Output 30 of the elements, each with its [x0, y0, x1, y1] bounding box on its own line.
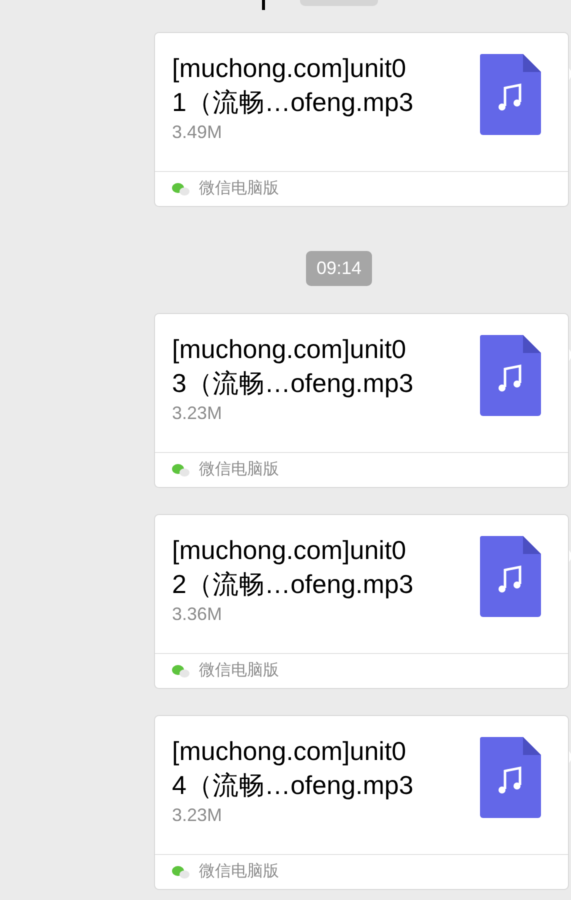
wechat-icon: [172, 865, 190, 879]
music-file-icon: [480, 536, 541, 617]
music-file-icon: [480, 54, 541, 135]
file-size: 3.49M: [172, 121, 224, 144]
file-size: 3.23M: [172, 402, 224, 425]
wechat-icon: [172, 182, 190, 196]
file-name: 4（流畅…ofeng.mp3: [172, 769, 414, 802]
source-label: 微信电脑版: [199, 460, 279, 480]
file-size: 3.36M: [172, 603, 224, 626]
file-message-card[interactable]: [muchong.com]unit0 1（流畅…ofeng.mp3 3.49M 微信电脑版: [154, 32, 569, 207]
file-message-card[interactable]: [muchong.com]unit0 4（流畅…ofeng.mp3 3.23M 微信电脑版: [154, 715, 569, 890]
source-label: 微信电脑版: [199, 178, 279, 199]
file-message-card[interactable]: [muchong.com]unit0 3（流畅…ofeng.mp3 3.23M 微信电脑版: [154, 313, 569, 488]
file-size: 3.23M: [172, 804, 224, 827]
wechat-icon: [172, 463, 190, 477]
file-name: [muchong.com]unit0: [172, 735, 408, 768]
file-name: 2（流畅…ofeng.mp3: [172, 568, 414, 601]
music-file-icon: [480, 335, 541, 416]
music-file-icon: [480, 737, 541, 818]
file-name: [muchong.com]unit0: [172, 534, 408, 567]
file-name: [muchong.com]unit0: [172, 52, 408, 85]
text-cursor: [262, 0, 265, 10]
wechat-icon: [172, 664, 190, 678]
file-name: [muchong.com]unit0: [172, 333, 408, 366]
source-label: 微信电脑版: [199, 660, 279, 681]
file-name: 1（流畅…ofeng.mp3: [172, 86, 414, 119]
file-name: 3（流畅…ofeng.mp3: [172, 367, 414, 400]
file-message-card[interactable]: [muchong.com]unit0 2（流畅…ofeng.mp3 3.36M 微信电脑版: [154, 514, 569, 689]
time-badge: 09:14: [306, 251, 372, 286]
source-label: 微信电脑版: [199, 862, 279, 882]
